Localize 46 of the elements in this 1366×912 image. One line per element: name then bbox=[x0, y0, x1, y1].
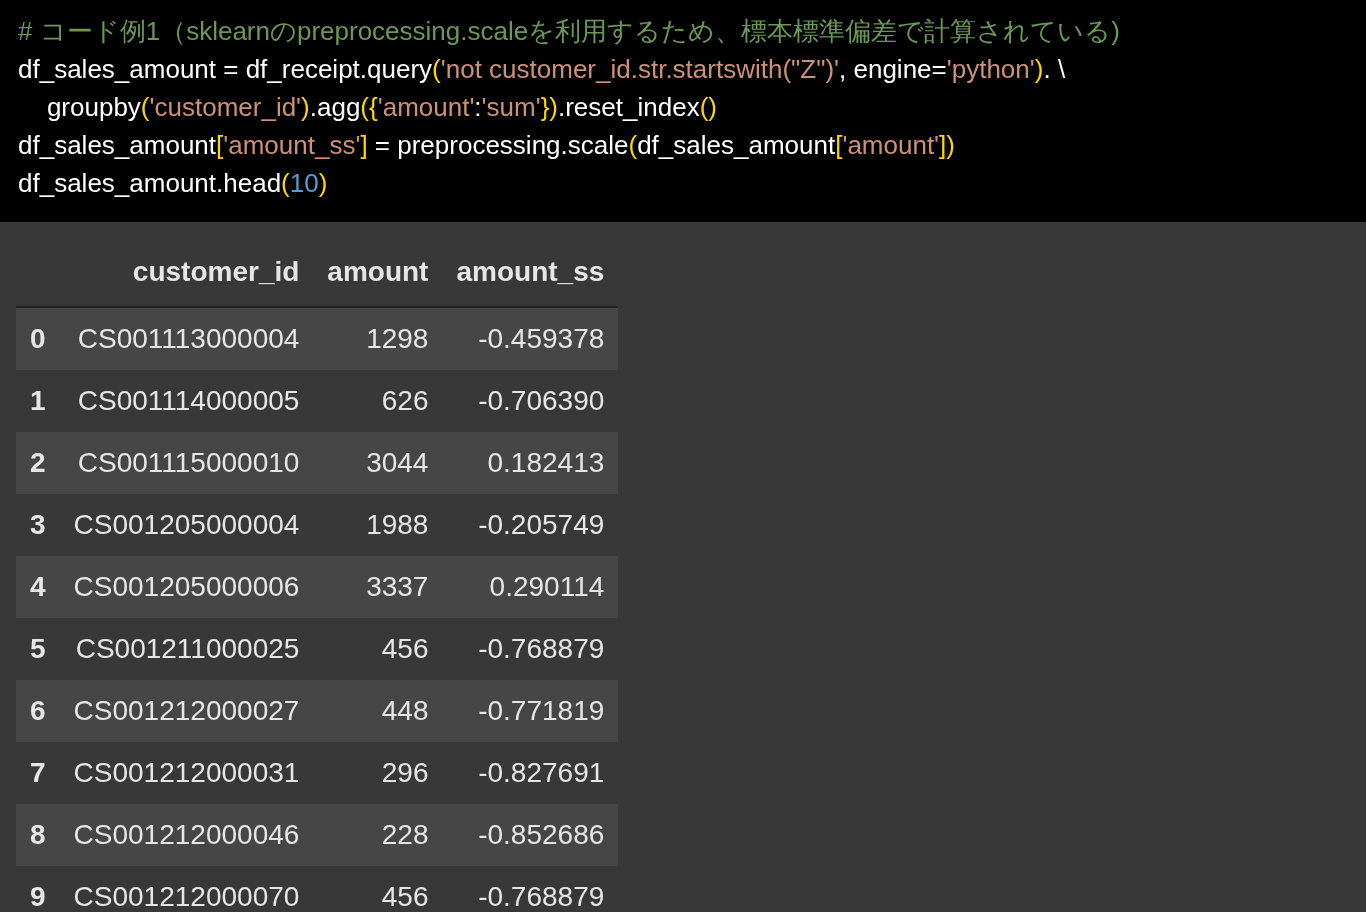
table-cell: 3044 bbox=[313, 432, 443, 494]
row-index: 2 bbox=[16, 432, 60, 494]
table-cell: 448 bbox=[313, 680, 443, 742]
table-cell: 626 bbox=[313, 370, 443, 432]
table-cell: -0.827691 bbox=[442, 742, 619, 804]
row-index: 7 bbox=[16, 742, 60, 804]
table-cell: 3337 bbox=[313, 556, 443, 618]
row-index: 1 bbox=[16, 370, 60, 432]
table-cell: -0.205749 bbox=[442, 494, 619, 556]
table-cell: 1988 bbox=[313, 494, 443, 556]
table-cell: -0.459378 bbox=[442, 307, 619, 370]
row-index: 4 bbox=[16, 556, 60, 618]
code-line: # コード例1（sklearnのpreprocessing.scaleを利用するため、標本標準偏差で計算されている) bbox=[18, 15, 1121, 48]
table-cell: CS001205000006 bbox=[59, 556, 314, 618]
row-index: 5 bbox=[16, 618, 60, 680]
row-index: 6 bbox=[16, 680, 60, 742]
code-line: groupby('customer_id').agg({'amount':'sum'}).reset_index() bbox=[45, 91, 718, 124]
code-line: df_sales_amount = df_receipt.query('not customer_id.str.startswith("Z")', engine='python'). \ bbox=[18, 53, 1067, 86]
code-line: df_sales_amount['amount_ss'] = preprocessing.scale(df_sales_amount['amount']) bbox=[18, 129, 956, 162]
code-line: df_sales_amount.head(10) bbox=[18, 167, 329, 200]
table-cell: -0.771819 bbox=[442, 680, 619, 742]
table-cell: CS001212000070 bbox=[59, 866, 314, 912]
row-index: 0 bbox=[16, 307, 60, 370]
table-cell: -0.852686 bbox=[442, 804, 619, 866]
table-cell: 0.290114 bbox=[442, 556, 619, 618]
table-cell: CS001212000046 bbox=[59, 804, 314, 866]
table-cell: CS001113000004 bbox=[59, 307, 314, 370]
row-index: 3 bbox=[16, 494, 60, 556]
table-cell: CS001114000005 bbox=[59, 370, 314, 432]
table-cell: -0.768879 bbox=[442, 618, 619, 680]
table-cell: 456 bbox=[313, 618, 443, 680]
row-index: 9 bbox=[16, 866, 60, 912]
table-cell: 456 bbox=[313, 866, 443, 912]
table-cell: CS001212000031 bbox=[59, 742, 314, 804]
code-editor[interactable] bbox=[0, 0, 1366, 222]
table-cell: 228 bbox=[313, 804, 443, 866]
table-cell: 0.182413 bbox=[442, 432, 619, 494]
table-cell: CS001205000004 bbox=[59, 494, 314, 556]
table-cell: 296 bbox=[313, 742, 443, 804]
table-cell: -0.706390 bbox=[442, 370, 619, 432]
table-cell: CS001115000010 bbox=[59, 432, 314, 494]
row-index: 8 bbox=[16, 804, 60, 866]
table-cell: CS001212000027 bbox=[59, 680, 314, 742]
table-cell: 1298 bbox=[313, 307, 443, 370]
table-cell: CS001211000025 bbox=[59, 618, 314, 680]
table-cell: -0.768879 bbox=[442, 866, 619, 912]
